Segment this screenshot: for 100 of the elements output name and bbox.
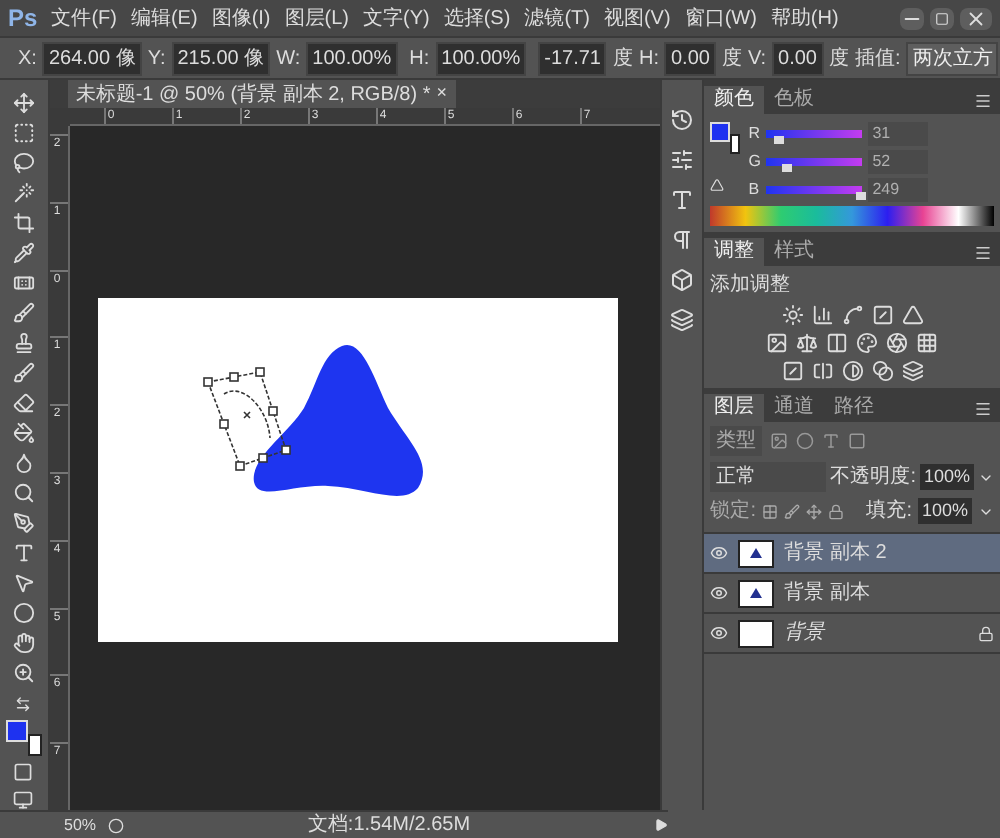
swap-colors-icon[interactable] (14, 696, 33, 713)
layer-name: 背景 副本 2 (784, 539, 887, 568)
document-tab[interactable]: 未标题-1 @ 50% (背景 副本 2, RGB/8) * × (67, 80, 455, 108)
history-brush-tool-icon[interactable] (11, 362, 36, 384)
field-label: W: (276, 45, 301, 73)
layer-row[interactable]: 背景 副本 (704, 574, 1000, 614)
status-menu-arrow-icon[interactable] (654, 818, 668, 832)
value-field[interactable]: 0.00 (772, 41, 823, 75)
history-panel-icon[interactable] (670, 108, 695, 132)
eraser-tool-icon[interactable] (11, 392, 36, 414)
menu-item[interactable]: 图像(I) (211, 3, 271, 33)
visibility-eye-icon[interactable] (710, 624, 729, 642)
menu-item[interactable]: 滤镜(T) (524, 3, 590, 33)
eyedropper-tool-icon[interactable] (11, 242, 36, 264)
pixel-filter-icon[interactable] (770, 432, 789, 450)
background-color-swatch[interactable] (730, 134, 741, 154)
pen-tool-icon[interactable] (11, 512, 36, 534)
paragraph-panel-icon[interactable] (670, 228, 695, 252)
value-field[interactable]: 0.00 (664, 41, 716, 75)
menu-item[interactable]: 帮助(H) (770, 3, 839, 33)
fill-field[interactable]: 100% (917, 497, 972, 525)
zoom-tool-icon[interactable] (11, 662, 36, 684)
healing-tool-icon[interactable] (11, 272, 36, 294)
path-select-tool-icon[interactable] (11, 572, 36, 594)
menu-item[interactable]: 窗口(W) (684, 3, 757, 33)
value-field[interactable]: 100.00% (306, 41, 398, 75)
lock-pixels-icon[interactable] (783, 503, 800, 519)
color-spectrum[interactable] (710, 206, 994, 226)
character-panel-icon[interactable] (670, 188, 695, 212)
foreground-color-swatch[interactable] (5, 720, 28, 743)
crop-tool-icon[interactable] (11, 212, 36, 234)
blend-mode-select[interactable]: 正常 (710, 462, 827, 492)
brightness-icon[interactable] (781, 304, 804, 326)
shape-filter-icon[interactable] (848, 432, 867, 450)
screen-mode-icon[interactable] (12, 789, 35, 810)
value-field[interactable]: -17.71 (538, 41, 607, 75)
visibility-eye-icon[interactable] (710, 544, 729, 562)
hand-tool-icon[interactable] (11, 632, 36, 654)
fill-label: 填充: (866, 497, 912, 526)
close-tab-button[interactable]: × (436, 80, 447, 108)
value-field[interactable]: 215.00 像 (171, 41, 271, 75)
value-field[interactable]: 264.00 像 (42, 41, 142, 75)
layer-row[interactable]: 背景 (704, 614, 1000, 654)
levels-icon[interactable] (811, 304, 834, 326)
value-field[interactable]: 100.00% (435, 41, 527, 75)
ellipse-tool-icon[interactable] (11, 602, 36, 624)
slider-thumb[interactable] (773, 135, 784, 143)
balance-icon[interactable] (796, 332, 819, 354)
menu-item[interactable]: 文件(F) (51, 3, 117, 33)
panel-tab[interactable]: 色板 (764, 86, 825, 114)
lock-all-icon[interactable] (827, 503, 844, 519)
interpolation-select[interactable]: 两次立方 (906, 41, 999, 75)
maximize-icon[interactable] (930, 7, 954, 29)
close-icon[interactable] (960, 7, 992, 29)
layer-row[interactable]: 背景 副本 2 (704, 534, 1000, 574)
3d-panel-icon[interactable] (670, 268, 695, 292)
visibility-eye-icon[interactable] (710, 584, 729, 602)
menu-item[interactable]: 图层(L) (284, 3, 349, 33)
slider-thumb[interactable] (781, 163, 792, 171)
move-tool-icon[interactable] (11, 92, 36, 114)
background-color-swatch[interactable] (27, 734, 42, 757)
slider-thumb[interactable] (856, 191, 867, 199)
foreground-color-swatch[interactable] (710, 122, 731, 142)
menu-item[interactable]: 文字(Y) (363, 3, 430, 33)
layer-filter-select[interactable]: 类型 (710, 426, 763, 456)
panel-tab[interactable]: 路径 (824, 394, 885, 422)
panel-tab[interactable]: 图层 (704, 394, 765, 422)
opacity-field[interactable]: 100% (919, 463, 974, 491)
split-square-icon[interactable] (826, 332, 849, 354)
zoom-level-field[interactable]: 50% (64, 813, 97, 837)
brush-tool-icon[interactable] (11, 302, 36, 324)
lasso-tool-icon[interactable] (11, 152, 36, 174)
channel-value-field[interactable]: 52 (868, 149, 929, 173)
panel-menu-icon[interactable] (974, 92, 992, 110)
paint-bucket-tool-icon[interactable] (11, 422, 36, 444)
lookup-grid-icon[interactable] (916, 332, 939, 354)
panel-tab[interactable]: 样式 (764, 238, 825, 266)
channel-value-field[interactable]: 31 (868, 121, 929, 145)
menu-item[interactable]: 视图(V) (603, 3, 671, 33)
curves-icon[interactable] (841, 304, 864, 326)
transform-box-drawing[interactable] (202, 367, 291, 471)
type-tool-icon[interactable] (11, 542, 36, 564)
properties-panel-icon[interactable] (670, 148, 695, 172)
lock-position-icon[interactable] (805, 503, 822, 519)
marquee-tool-icon[interactable] (11, 122, 36, 144)
quick-mask-icon[interactable] (12, 761, 35, 782)
panel-tab[interactable]: 颜色 (704, 86, 765, 114)
menu-item[interactable]: 选择(S) (443, 3, 511, 33)
panel-menu-icon[interactable] (974, 244, 992, 262)
stamp-tool-icon[interactable] (11, 332, 36, 354)
blur-tool-icon[interactable] (11, 452, 36, 474)
lock-transparency-icon[interactable] (761, 503, 778, 519)
panel-tab[interactable]: 通道 (764, 394, 825, 422)
panel-tab[interactable]: 调整 (704, 238, 765, 266)
magic-wand-tool-icon[interactable] (11, 182, 36, 204)
channel-value-field[interactable]: 249 (868, 177, 929, 201)
layer-comps-panel-icon[interactable] (670, 308, 695, 332)
minimize-icon[interactable] (900, 7, 924, 29)
menu-item[interactable]: 编辑(E) (130, 3, 198, 33)
panel-menu-icon[interactable] (974, 400, 992, 418)
